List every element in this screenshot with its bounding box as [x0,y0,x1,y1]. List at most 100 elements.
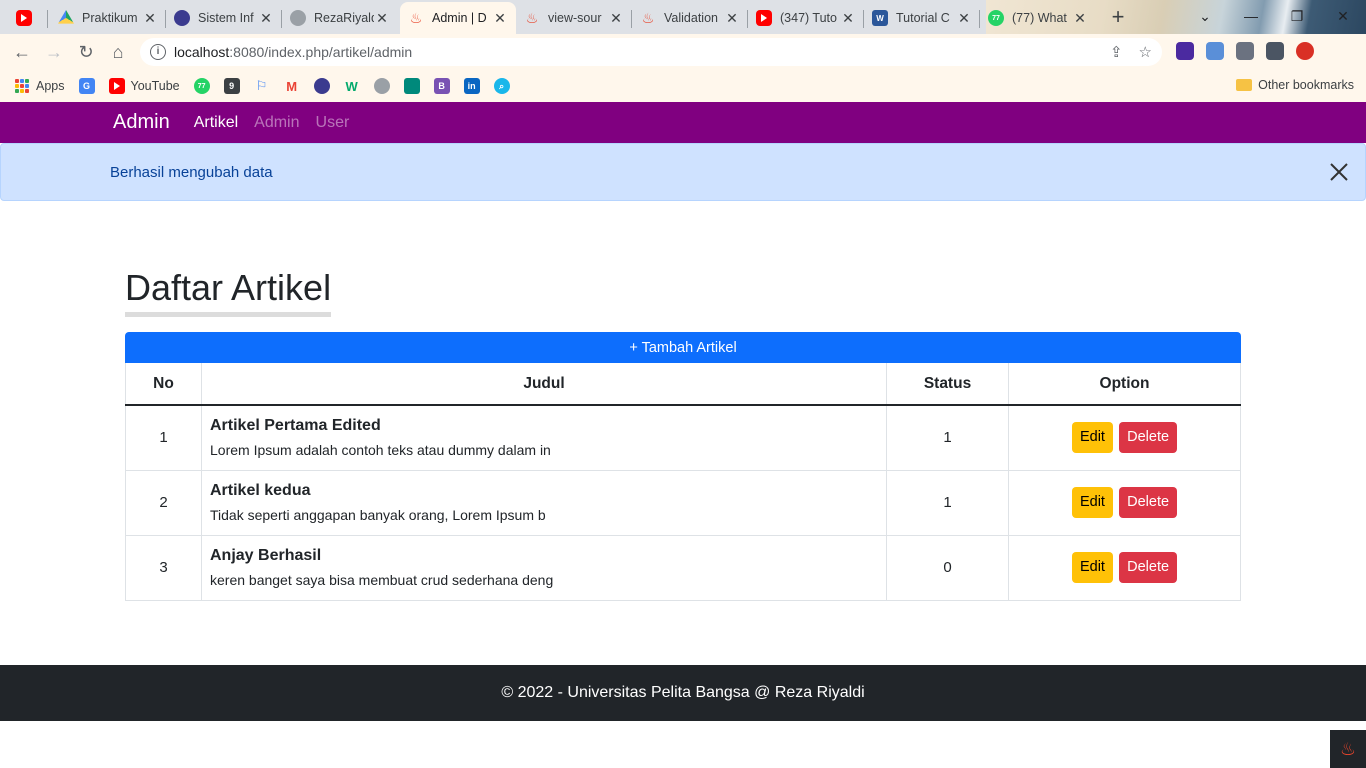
tab-close-icon[interactable]: ✕ [374,10,390,27]
bookmark-w3schools[interactable]: W [344,78,360,94]
tab-title: Validation [664,11,718,25]
tab-1[interactable]: Praktikum ✕ [50,2,166,34]
bootstrap-icon: B [433,78,450,94]
bookmark-star-icon[interactable]: ☆ [1139,43,1152,61]
edit-button[interactable]: Edit [1071,552,1113,583]
university-icon [313,78,330,94]
other-bookmarks[interactable]: Other bookmarks [1236,78,1354,92]
tab-2[interactable]: Sistem Inf ✕ [166,2,282,34]
codeigniter-debug-toolbar-icon[interactable]: ♨ [1330,730,1366,768]
sidebar-icon[interactable] [1266,42,1284,60]
apps-icon [14,78,30,94]
row-number: 1 [125,404,202,471]
close-window-button[interactable]: ✕ [1320,0,1366,32]
tab-9[interactable]: 77 (77) What ✕ [980,2,1096,34]
new-tab-button[interactable]: + [1106,6,1130,30]
row-judul: Artikel Pertama Edited Lorem Ipsum adala… [201,404,887,471]
tab-search-icon[interactable]: ⌄ [1182,0,1228,32]
search-icon: ⌕ [493,78,510,94]
page-title: Daftar Artikel [125,266,332,317]
nav-link-user[interactable]: User [316,114,350,132]
bookmark-youtube[interactable]: YouTube [108,78,180,94]
back-arrow-icon[interactable]: ← [10,40,34,64]
add-article-button[interactable]: + Tambah Artikel [125,332,1241,363]
bookmark-translate[interactable]: G [78,78,95,94]
whatsapp-icon: 77 [193,78,210,94]
share-icon[interactable]: ⇪ [1110,43,1123,61]
address-bar[interactable]: i localhost:8080/index.php/artikel/admin… [140,38,1162,66]
tab-3[interactable]: RezaRiyald ✕ [282,2,398,34]
avatar[interactable] [1296,42,1314,60]
flag-icon: ⚐ [255,78,268,93]
article-excerpt: Lorem Ipsum adalah contoh teks atau dumm… [210,442,551,459]
row-status: 0 [886,534,1009,601]
gmail-icon: M [286,78,298,94]
article-title: Artikel kedua [210,482,311,499]
header-status: Status [886,363,1009,406]
navbar-brand[interactable]: Admin [113,111,170,134]
home-icon[interactable]: ⌂ [106,40,130,64]
bookmark-linkedin[interactable]: in [463,78,480,94]
article-excerpt: keren banget saya bisa membuat crud sede… [210,572,554,588]
tab-7[interactable]: (347) Tuto ✕ [748,2,864,34]
edit-button[interactable]: Edit [1071,487,1113,518]
nav-link-admin[interactable]: Admin [254,114,299,132]
whatsapp-icon: 77 [988,10,1004,26]
tab-close-icon[interactable]: ✕ [1072,10,1088,27]
delete-button[interactable]: Delete [1119,552,1178,583]
alert-close-icon[interactable] [1327,160,1351,184]
tab-close-icon[interactable]: ✕ [608,10,624,27]
reload-icon[interactable]: ↻ [74,40,98,64]
extension-icon[interactable] [1206,42,1224,60]
puzzle-icon[interactable] [1236,42,1254,60]
edit-button[interactable]: Edit [1071,422,1113,454]
url-path: :8080/index.php/artikel/admin [229,44,413,60]
folder-icon [1236,79,1253,91]
bookmark-apps[interactable]: Apps [14,78,65,94]
bookmark-flag[interactable]: ⚐ [254,78,270,94]
tab-4-active[interactable]: ♨ Admin | D ✕ [400,2,516,34]
article-excerpt: Tidak seperti anggapan banyak orang, Lor… [210,507,546,523]
tab-close-icon[interactable]: ✕ [724,10,740,27]
tab-title: (347) Tuto [780,11,837,25]
tab-5[interactable]: ♨ view-sour ✕ [516,2,632,34]
header-option: Option [1008,363,1241,406]
header-judul: Judul [201,363,887,406]
table-row: 3 Anjay Berhasil keren banget saya bisa … [125,534,1241,601]
tab-0[interactable] [8,2,48,34]
minimize-button[interactable]: — [1228,0,1274,32]
bookmark-github[interactable] [373,78,390,94]
site-info-icon[interactable]: i [150,44,166,60]
row-number: 3 [125,534,202,601]
browser-tab-strip: Praktikum ✕ Sistem Inf ✕ RezaRiyald ✕ ♨ … [0,0,1366,102]
tab-close-icon[interactable]: ✕ [142,10,158,27]
browser-toolbar: ← → ↻ ⌂ i localhost:8080/index.php/artik… [0,34,1366,70]
linkedin-icon: in [463,78,480,94]
row-status: 1 [886,404,1009,471]
url-host: localhost [174,44,230,60]
tab-close-icon[interactable]: ✕ [840,10,856,27]
bookmark-search[interactable]: ⌕ [493,78,510,94]
bookmark-gmail[interactable]: M [284,78,300,94]
tab-close-icon[interactable]: ✕ [492,10,508,27]
bookmark-github-desktop[interactable]: 9 [223,78,240,94]
tab-title: Sistem Inf [198,11,254,25]
forward-arrow-icon[interactable]: → [42,40,66,64]
restore-button[interactable]: ❐ [1274,0,1320,32]
articles-table: No Judul Status Option 1 Artikel Pertama… [125,363,1241,601]
bookmark-meet[interactable] [403,78,420,94]
tab-8[interactable]: W Tutorial C ✕ [864,2,980,34]
table-header-row: No Judul Status Option [125,363,1241,406]
github-icon [373,78,390,94]
tab-close-icon[interactable]: ✕ [956,10,972,27]
tab-close-icon[interactable]: ✕ [258,10,274,27]
other-bookmarks-label: Other bookmarks [1258,78,1354,92]
delete-button[interactable]: Delete [1119,487,1178,518]
tab-6[interactable]: ♨ Validation ✕ [632,2,748,34]
bookmark-whatsapp[interactable]: 77 [193,78,210,94]
bookmark-bootstrap[interactable]: B [433,78,450,94]
bookmark-university[interactable] [313,78,330,94]
extension-icon[interactable] [1176,42,1194,60]
delete-button[interactable]: Delete [1119,422,1178,454]
nav-link-artikel[interactable]: Artikel [194,114,238,132]
